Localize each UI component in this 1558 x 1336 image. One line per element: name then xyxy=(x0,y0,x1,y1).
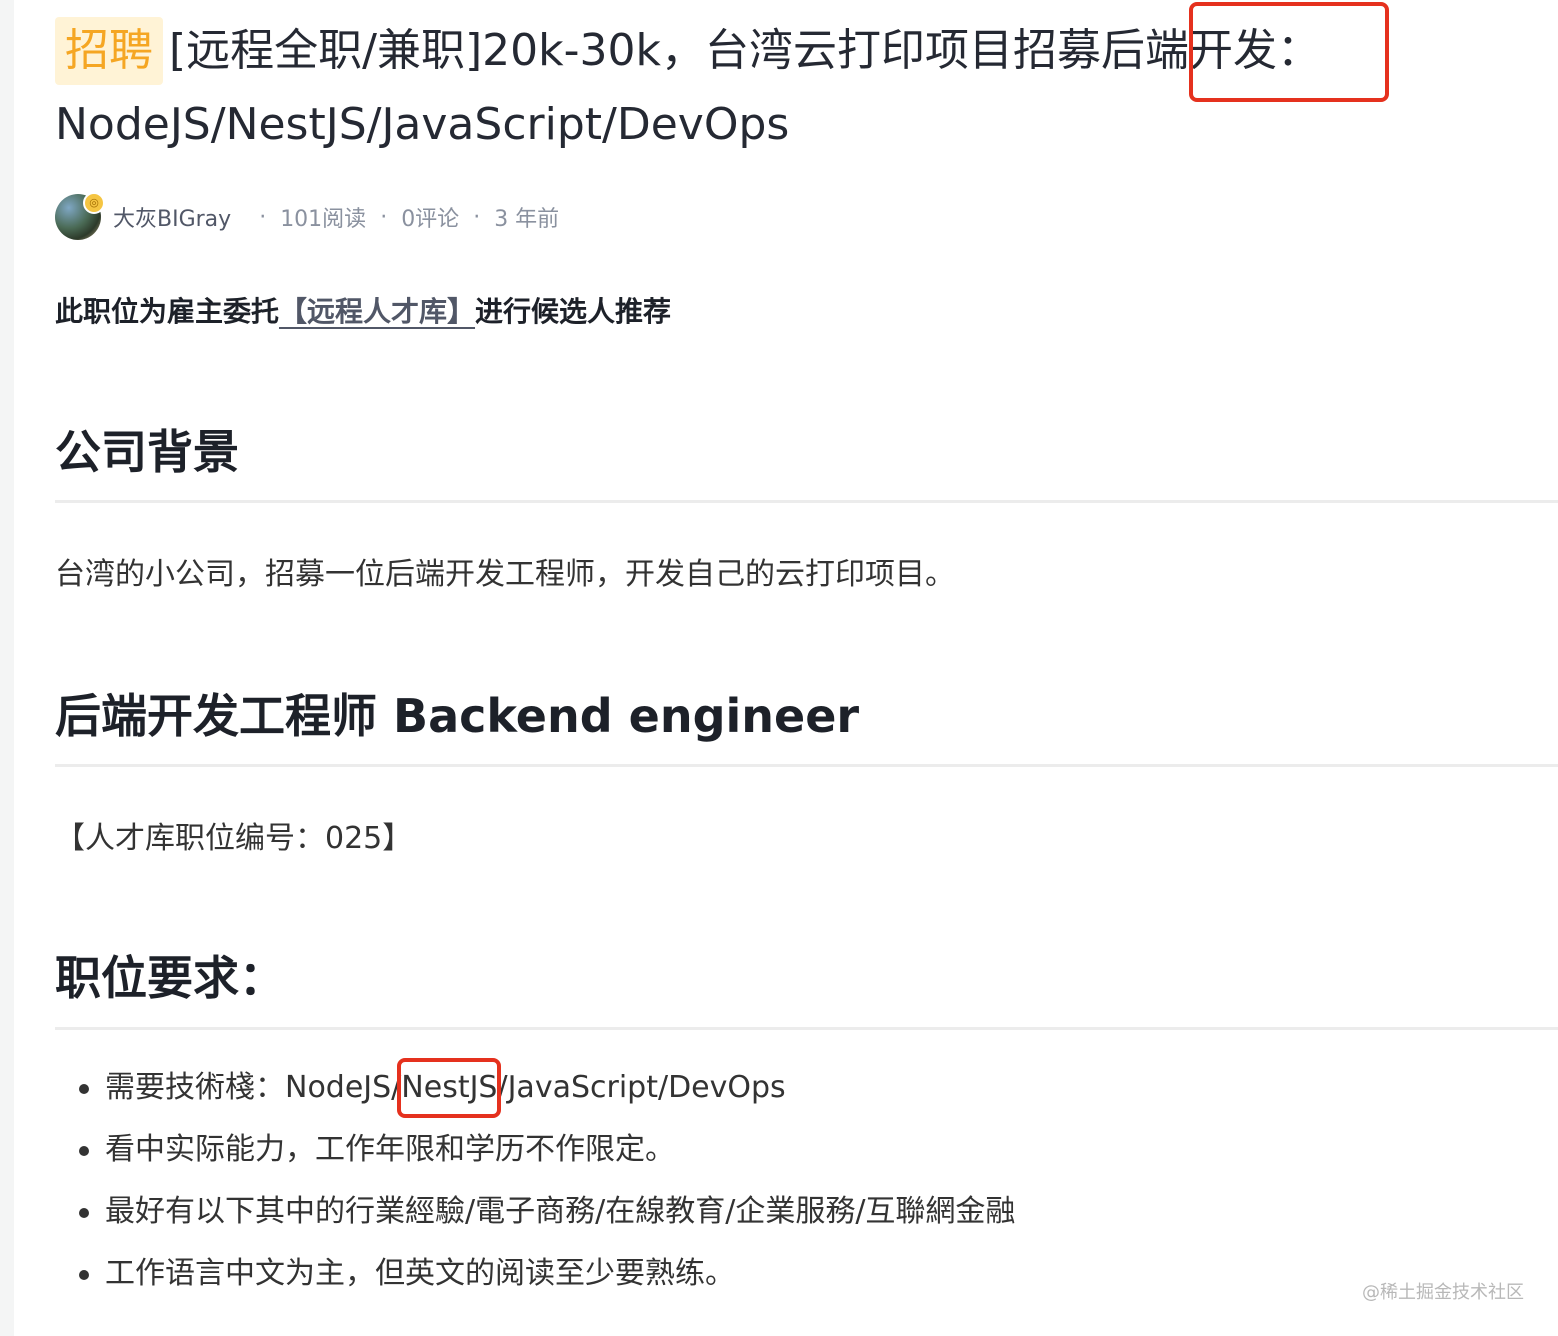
publish-time: 3 年前 xyxy=(494,207,560,232)
list-item: 工作语言中文为主，但英文的阅读至少要熟练。 xyxy=(55,1246,1015,1308)
highlight-box-nestjs xyxy=(397,1058,501,1118)
category-tag[interactable]: 招聘 xyxy=(55,17,163,85)
company-description: 台湾的小公司，招募一位后端开发工程师，开发自己的云打印项目。 xyxy=(55,557,955,592)
bullet xyxy=(79,1084,89,1094)
watermark: @稀土掘金技术社区 xyxy=(1362,1282,1524,1303)
list-item: 最好有以下其中的行業經驗/電子商務/在線教育/企業服務/互聯網金融 xyxy=(55,1184,1015,1246)
author-name[interactable]: 大灰BIGray xyxy=(113,201,231,233)
highlight-box-title xyxy=(1189,2,1389,102)
bullet xyxy=(79,1146,89,1156)
divider xyxy=(55,764,1558,767)
list-item: 看中实际能力，工作年限和学历不作限定。 xyxy=(55,1122,1015,1184)
heading-role: 后端开发工程师 Backend engineer xyxy=(55,689,860,743)
left-gutter xyxy=(0,0,14,1336)
meta-separator: · xyxy=(380,204,388,230)
bullet xyxy=(79,1270,89,1280)
intro-line: 此职位为雇主委托【远程人才库】进行候选人推荐 xyxy=(55,290,671,334)
meta-separator: · xyxy=(259,204,267,230)
role-code: 【人才库职位编号：025】 xyxy=(55,821,413,856)
title-line2: NodeJS/NestJS/JavaScript/DevOps xyxy=(55,99,790,150)
list-item: 需要技術棧：NodeJS/NestJS/JavaScript/DevOps xyxy=(55,1060,1015,1122)
meta-separator: · xyxy=(473,204,481,230)
heading-requirements: 职位要求： xyxy=(55,951,285,1005)
heading-company: 公司背景 xyxy=(55,425,239,479)
read-count: 101阅读 xyxy=(280,207,367,232)
title-main: [远程全职/兼职]20k-30k，台湾云打印项目招募后端开发： xyxy=(169,25,1321,76)
talent-pool-link[interactable]: 【远程人才库】 xyxy=(279,295,475,328)
intro-suffix: 进行候选人推荐 xyxy=(475,295,672,328)
requirements-list: 需要技術棧：NodeJS/NestJS/JavaScript/DevOps 看中… xyxy=(55,1060,1015,1308)
bullet xyxy=(79,1208,89,1218)
avatar[interactable]: ◎ xyxy=(55,192,105,240)
badge-icon: ◎ xyxy=(83,192,105,214)
intro-prefix: 此职位为雇主委托 xyxy=(55,295,280,328)
divider xyxy=(55,500,1558,503)
article-meta: ◎ 大灰BIGray · 101阅读 · 0评论 · 3 年前 xyxy=(55,192,560,241)
comment-count[interactable]: 0评论 xyxy=(401,201,459,233)
divider xyxy=(55,1027,1558,1030)
